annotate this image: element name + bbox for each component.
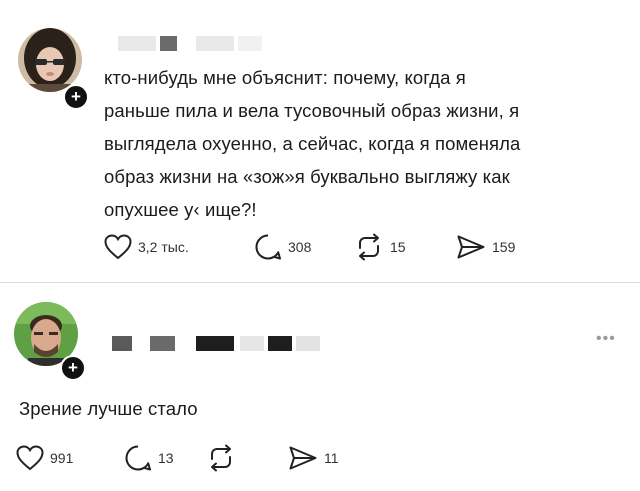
follow-plus-icon[interactable]: + <box>63 84 89 110</box>
like-button[interactable]: 991 <box>16 443 73 473</box>
like-count: 3,2 тыс. <box>138 239 189 255</box>
post-text-line: выглядела охуенно, а сейчас, когда я пом… <box>104 133 521 154</box>
repost-button[interactable]: 15 <box>354 232 406 262</box>
post-text: кто-нибудь мне объяснит: почему, когда я… <box>104 61 520 226</box>
reply-count: 308 <box>288 239 312 255</box>
follow-plus-icon[interactable]: + <box>60 355 86 381</box>
reply-count: 13 <box>158 450 174 466</box>
avatar[interactable] <box>18 28 82 92</box>
post-text-line: образ жизни на «зож»я буквально выгляжу … <box>104 166 510 187</box>
send-icon <box>289 446 317 470</box>
post-text-line: кто-нибудь мне объяснит: почему, когда я <box>104 67 466 88</box>
speech-bubble-icon <box>255 234 281 260</box>
share-button[interactable]: 159 <box>456 232 515 262</box>
post-card: + кто-нибудь мне объяснит: почему, когда… <box>0 0 640 282</box>
repost-arrows-icon <box>359 233 379 261</box>
post-text: Зрение лучше стало <box>19 392 198 425</box>
share-count: 159 <box>492 239 516 255</box>
action-bar: 3,2 тыс. 308 15 159 <box>104 232 624 262</box>
post-text-line: опухшее у‹ ище?! <box>104 199 257 220</box>
reply-card: + ••• Зрение лучше стало 991 13 11 <box>0 283 640 491</box>
post-text-line: раньше пила и вела тусовочный образ жизн… <box>104 100 520 121</box>
like-count: 991 <box>50 450 74 466</box>
share-button[interactable]: 11 <box>288 443 339 473</box>
avatar-image <box>18 28 82 92</box>
heart-icon <box>16 445 44 471</box>
reply-button[interactable]: 308 <box>254 232 311 262</box>
speech-bubble-icon <box>125 445 151 471</box>
repost-button[interactable] <box>206 443 242 473</box>
send-icon <box>457 235 485 259</box>
reply-button[interactable]: 13 <box>124 443 174 473</box>
more-options-icon[interactable]: ••• <box>596 330 616 348</box>
action-bar: 991 13 11 <box>16 443 416 473</box>
repost-arrows-icon <box>211 444 231 472</box>
repost-count: 15 <box>390 239 406 255</box>
share-count: 11 <box>324 450 339 466</box>
like-button[interactable]: 3,2 тыс. <box>104 232 189 262</box>
heart-icon <box>104 234 132 260</box>
post-text-line: Зрение лучше стало <box>19 398 198 419</box>
